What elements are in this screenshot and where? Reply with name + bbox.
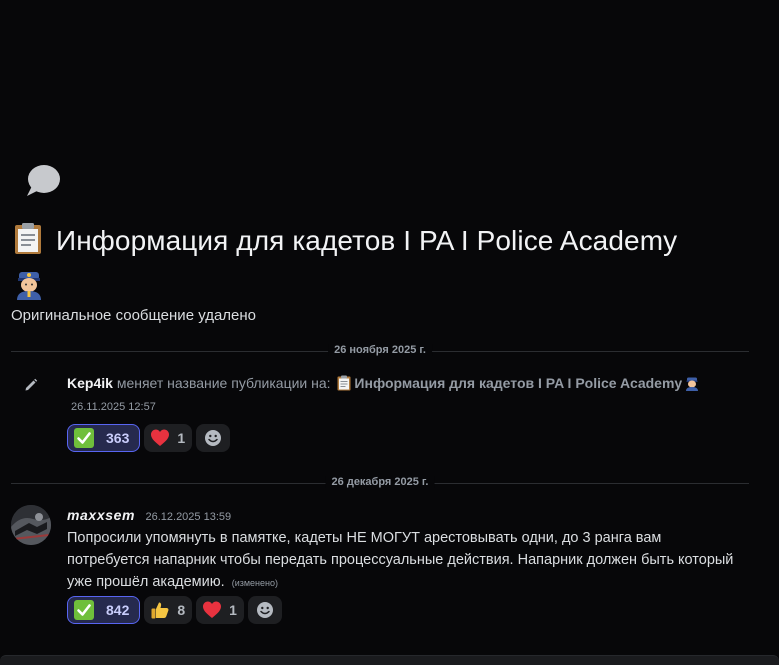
- check-mark-button-emoji: [74, 428, 94, 448]
- date-divider-label: 26 декабря 2025 г.: [325, 476, 435, 488]
- message-timestamp: 26.12.2025 13:59: [145, 511, 232, 523]
- message-header: maxxsem 26.12.2025 13:59: [67, 507, 231, 525]
- thumbs-up-emoji: [151, 602, 169, 619]
- police-officer-emoji: [686, 377, 699, 391]
- thread-title-text: Информация для кадетов I PA I Police Aca…: [56, 225, 678, 256]
- avatar-image: [11, 505, 51, 545]
- reaction-count: 1: [229, 602, 237, 618]
- add-reaction-button[interactable]: [247, 596, 282, 624]
- red-heart-emoji: [151, 429, 170, 446]
- system-message-text: Kep4ik меняет название публикации на: Ин…: [67, 375, 702, 391]
- reaction-count: 8: [177, 602, 186, 618]
- reaction-heart[interactable]: 1: [196, 596, 244, 624]
- edited-label: (изменено): [231, 578, 278, 588]
- reaction-check-mark[interactable]: 842: [67, 596, 141, 624]
- add-reaction-icon: [205, 430, 222, 446]
- reaction-heart[interactable]: 1: [144, 424, 193, 452]
- reaction-thumbs-up[interactable]: 8: [144, 596, 193, 624]
- avatar[interactable]: [11, 505, 51, 545]
- clipboard-emoji: [15, 223, 41, 254]
- deleted-message-notice: Оригинальное сообщение удалено: [11, 307, 257, 324]
- check-mark-button-emoji: [74, 600, 94, 620]
- pencil-icon: [25, 378, 38, 391]
- reaction-check-mark[interactable]: 363: [67, 424, 141, 452]
- reaction-bar: 842 8 1: [67, 596, 282, 624]
- reaction-bar: 363 1: [67, 424, 231, 452]
- date-divider-label: 26 ноября 2025 г.: [328, 344, 432, 356]
- red-heart-emoji: [203, 601, 222, 618]
- clipboard-emoji: [337, 375, 351, 391]
- speech-bubble-icon: [27, 165, 60, 196]
- message-content: Попросили упомянуть в памятке, кадеты НЕ…: [67, 527, 747, 594]
- system-message-user[interactable]: Kep4ik: [67, 375, 113, 391]
- add-reaction-icon: [256, 602, 273, 618]
- system-message-timestamp: 26.11.2025 12:57: [71, 401, 156, 413]
- message-text: Попросили упомянуть в памятке, кадеты НЕ…: [67, 530, 734, 590]
- system-message-action: меняет название публикации на:: [116, 375, 331, 391]
- date-divider: 26 декабря 2025 г.: [11, 476, 749, 488]
- police-officer-emoji: [17, 272, 41, 300]
- reaction-count: 842: [106, 602, 130, 618]
- system-message-new-name: Информация для кадетов I PA I Police Aca…: [354, 375, 683, 391]
- add-reaction-button[interactable]: [196, 424, 231, 452]
- reaction-count: 1: [177, 430, 186, 446]
- page-title: Информация для кадетов I PA I Police Aca…: [12, 221, 752, 301]
- date-divider: 26 ноября 2025 г.: [11, 344, 749, 356]
- reaction-count: 363: [106, 430, 130, 446]
- message-author[interactable]: maxxsem: [67, 507, 135, 523]
